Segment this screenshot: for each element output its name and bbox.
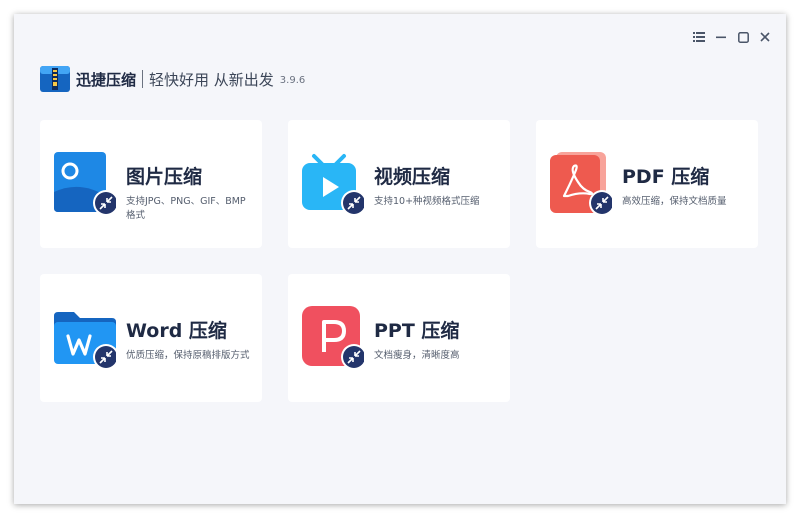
maximize-icon[interactable]	[734, 28, 752, 46]
word-icon	[54, 306, 119, 372]
card-ppt-compress[interactable]: PPT 压缩 文档瘦身，清晰度高	[288, 274, 510, 402]
card-title: 视频压缩	[374, 166, 451, 188]
card-title: 图片压缩	[126, 166, 203, 188]
image-icon	[54, 152, 119, 218]
card-title: PPT 压缩	[374, 320, 460, 342]
card-desc: 高效压缩，保持文档质量	[622, 196, 727, 207]
card-image-compress[interactable]: 图片压缩 支持JPG、PNG、GIF、BMP格式	[40, 120, 262, 248]
app-slogan: 轻快好用 从新出发	[149, 70, 274, 89]
app-window: 迅捷压缩 轻快好用 从新出发 3.9.6 图片压缩 支持JPG、PNG、GIF、…	[14, 14, 786, 504]
card-pdf-compress[interactable]: PDF 压缩 高效压缩，保持文档质量	[536, 120, 758, 248]
minimize-icon[interactable]	[712, 28, 730, 46]
ppt-icon	[302, 306, 367, 372]
header-divider	[142, 70, 144, 88]
card-video-compress[interactable]: 视频压缩 支持10+种视频格式压缩	[288, 120, 510, 248]
card-desc: 文档瘦身，清晰度高	[374, 350, 460, 361]
app-name: 迅捷压缩	[76, 70, 137, 89]
card-title: Word 压缩	[126, 320, 227, 342]
card-title: PDF 压缩	[622, 166, 710, 188]
pdf-icon	[550, 152, 615, 218]
app-header: 迅捷压缩 轻快好用 从新出发 3.9.6	[40, 66, 305, 92]
app-version: 3.9.6	[279, 75, 306, 86]
card-desc: 优质压缩，保持原稿排版方式	[126, 350, 250, 361]
list-icon[interactable]	[690, 28, 708, 46]
video-icon	[302, 152, 367, 218]
close-icon[interactable]	[756, 28, 774, 46]
card-word-compress[interactable]: Word 压缩 优质压缩，保持原稿排版方式	[40, 274, 262, 402]
card-desc: 支持10+种视频格式压缩	[374, 196, 480, 207]
zip-logo-icon	[40, 66, 70, 92]
card-desc: 支持JPG、PNG、GIF、BMP格式	[126, 196, 246, 221]
